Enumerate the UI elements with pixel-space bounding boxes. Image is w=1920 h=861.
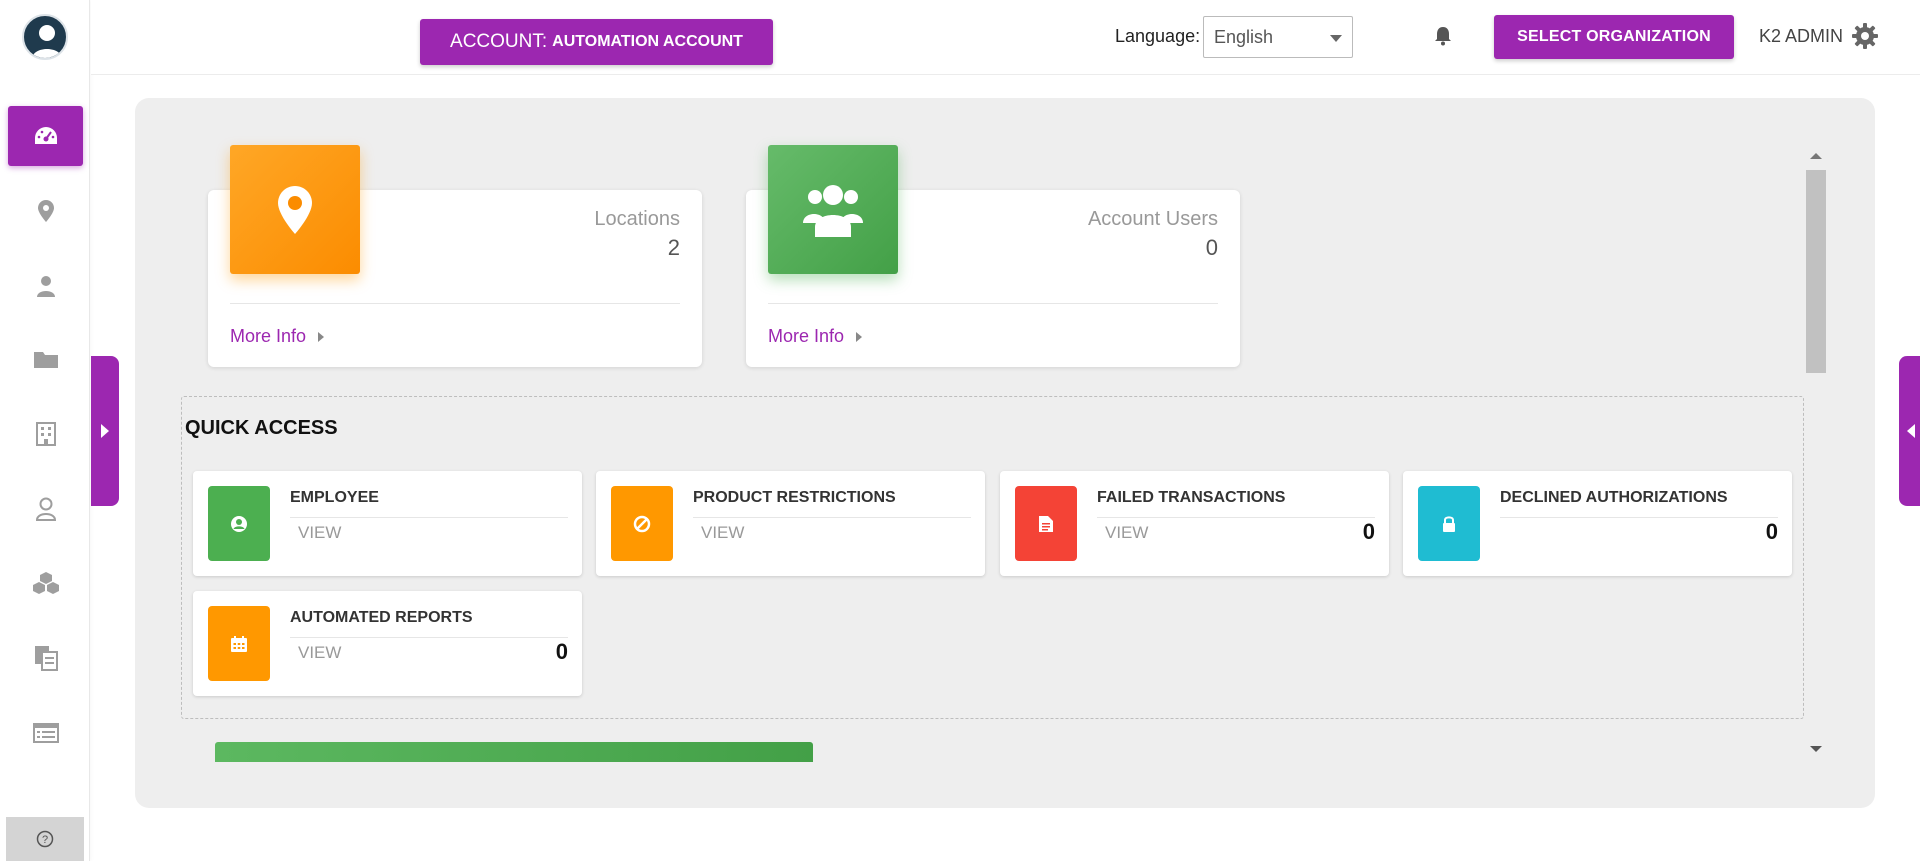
quick-access-section: QUICK ACCESS EMPLOYEE VIEW PRODUCT RESTR…: [181, 396, 1804, 719]
user-outline-icon: [35, 497, 56, 521]
scroll-down-arrow-icon[interactable]: [1810, 746, 1822, 752]
caret-left-icon: [1907, 424, 1915, 438]
sidebar: ?: [0, 0, 90, 861]
locations-icon-box: [230, 145, 360, 274]
more-info-label: More Info: [768, 326, 845, 346]
chart-card-header: [215, 742, 813, 762]
sidebar-item-dashboard[interactable]: [8, 106, 83, 166]
sidebar-item-files[interactable]: [8, 330, 83, 390]
stat-value: 2: [667, 235, 680, 260]
scroll-up-arrow-icon[interactable]: [1810, 153, 1822, 159]
dashboard-icon: [34, 127, 57, 144]
bell-icon: [1435, 27, 1451, 46]
sidebar-item-products[interactable]: [8, 553, 83, 613]
sidebar-item-profile[interactable]: [8, 479, 83, 539]
employee-icon-box: [208, 486, 270, 561]
expand-right-panel-button[interactable]: [1899, 356, 1920, 506]
automated-reports-icon-box: [208, 606, 270, 681]
divider: [768, 303, 1218, 304]
quick-access-employee-card[interactable]: EMPLOYEE VIEW: [193, 471, 582, 576]
view-link[interactable]: VIEW: [298, 643, 341, 663]
user-name[interactable]: K2 ADMIN: [1759, 26, 1843, 47]
language-label: Language:: [1115, 26, 1201, 46]
quick-access-title-automated-reports: AUTOMATED REPORTS: [290, 609, 473, 626]
divider: [1500, 517, 1778, 518]
chevron-down-icon: [1330, 35, 1342, 42]
caret-right-icon: [856, 331, 863, 342]
settings-button[interactable]: [1851, 22, 1879, 55]
divider: [230, 303, 680, 304]
divider: [693, 517, 971, 518]
caret-right-icon: [318, 331, 325, 342]
account-button[interactable]: ACCOUNT: AUTOMATION ACCOUNT: [420, 19, 773, 65]
count-value: 0: [1765, 519, 1778, 544]
top-header: ACCOUNT: AUTOMATION ACCOUNT Language: En…: [91, 0, 1920, 75]
declined-authorizations-icon-box: [1418, 486, 1480, 561]
scroll-thumb[interactable]: [1806, 170, 1826, 373]
building-icon: [35, 422, 56, 446]
divider: [1097, 517, 1375, 518]
stat-value: 0: [1205, 235, 1218, 260]
failed-transactions-icon-box: [1015, 486, 1077, 561]
product-restrictions-icon-box: [611, 486, 673, 561]
view-link[interactable]: VIEW: [1105, 523, 1148, 543]
user-avatar-icon: [32, 25, 62, 58]
view-link[interactable]: VIEW: [298, 523, 341, 543]
count-value: 0: [1362, 519, 1375, 544]
sidebar-item-users[interactable]: [8, 256, 83, 316]
stat-title: Locations: [594, 208, 680, 230]
avatar[interactable]: [22, 14, 68, 60]
language-select[interactable]: English: [1203, 16, 1353, 58]
view-link[interactable]: VIEW: [701, 523, 744, 543]
lock-icon: [1443, 515, 1455, 532]
document-icon: [1039, 515, 1053, 532]
cubes-icon: [32, 572, 59, 594]
user-circle-icon: [231, 515, 247, 532]
count-value: 0: [555, 639, 568, 664]
account-users-icon-box: [768, 145, 898, 274]
sidebar-item-organizations[interactable]: [8, 404, 83, 464]
users-icon: [803, 184, 863, 237]
quick-access-automated-reports-card[interactable]: AUTOMATED REPORTS VIEW 0: [193, 591, 582, 696]
stat-title: Account Users: [1087, 208, 1218, 230]
more-info-link[interactable]: More Info: [230, 326, 325, 347]
svg-text:?: ?: [42, 834, 48, 846]
account-name: AUTOMATION ACCOUNT: [552, 33, 743, 50]
more-info-label: More Info: [230, 326, 307, 346]
documents-icon: [34, 646, 58, 671]
quick-access-title-declined-authorizations: DECLINED AUTHORIZATIONS: [1500, 489, 1728, 506]
quick-access-declined-authorizations-card[interactable]: DECLINED AUTHORIZATIONS 0: [1403, 471, 1792, 576]
user-icon: [36, 276, 55, 297]
sidebar-item-documents[interactable]: [8, 628, 83, 688]
quick-access-title-failed-transactions: FAILED TRANSACTIONS: [1097, 489, 1286, 506]
expand-left-panel-button[interactable]: [91, 356, 119, 506]
quick-access-title-employee: EMPLOYEE: [290, 489, 379, 506]
map-marker-icon: [278, 185, 312, 234]
quick-access-title-product-restrictions: PRODUCT RESTRICTIONS: [693, 489, 896, 506]
divider: [290, 637, 568, 638]
language-value: English: [1214, 26, 1274, 47]
panel-scrollbar[interactable]: [1806, 150, 1826, 760]
account-prefix: ACCOUNT:: [450, 31, 548, 52]
sidebar-item-reports[interactable]: [8, 703, 83, 763]
question-circle-icon: ?: [36, 830, 54, 848]
quick-access-failed-transactions-card[interactable]: FAILED TRANSACTIONS VIEW 0: [1000, 471, 1389, 576]
select-organization-button[interactable]: SELECT ORGANIZATION: [1494, 15, 1734, 59]
more-info-link[interactable]: More Info: [768, 326, 863, 347]
list-icon: [32, 723, 59, 743]
location-pin-icon: [37, 200, 54, 222]
folder-icon: [33, 352, 58, 368]
sidebar-item-locations[interactable]: [8, 181, 83, 241]
ban-icon: [633, 515, 651, 532]
calendar-icon: [231, 635, 247, 652]
divider: [290, 517, 568, 518]
gear-icon: [1852, 23, 1878, 49]
quick-access-title: QUICK ACCESS: [185, 417, 338, 439]
notifications-button[interactable]: [1434, 26, 1452, 51]
help-button[interactable]: ?: [6, 817, 84, 861]
quick-access-product-restrictions-card[interactable]: PRODUCT RESTRICTIONS VIEW: [596, 471, 985, 576]
caret-right-icon: [101, 424, 109, 438]
